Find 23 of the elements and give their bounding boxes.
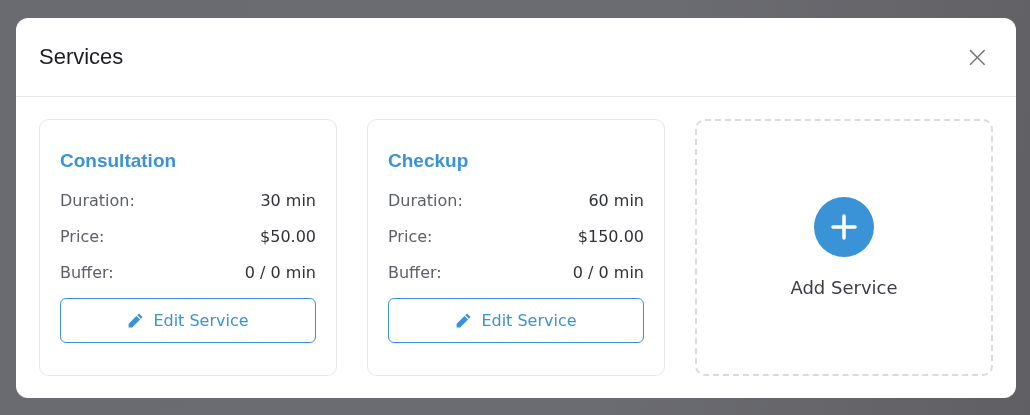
plus-icon xyxy=(814,197,874,257)
detail-value: 60 min xyxy=(588,190,644,210)
add-service-label: Add Service xyxy=(790,277,898,298)
service-name: Consultation xyxy=(60,150,178,172)
detail-label: Price: xyxy=(60,226,105,246)
detail-value: $150.00 xyxy=(577,226,644,246)
detail-value: 30 min xyxy=(260,190,316,210)
detail-value: 0 / 0 min xyxy=(572,262,644,282)
detail-value: $50.00 xyxy=(260,226,316,246)
detail-label: Price: xyxy=(388,226,433,246)
detail-label: Duration: xyxy=(60,190,135,210)
detail-label: Duration: xyxy=(388,190,463,210)
edit-service-button[interactable]: Edit Service xyxy=(60,298,316,343)
add-service-card[interactable]: Add Service xyxy=(695,119,993,376)
pencil-icon xyxy=(455,312,473,329)
service-name: Checkup xyxy=(388,150,470,172)
close-button[interactable]: × xyxy=(960,42,994,72)
dialog-title: Services xyxy=(39,44,124,70)
detail-label: Buffer: xyxy=(60,262,114,282)
edit-service-button[interactable]: Edit Service xyxy=(388,298,644,343)
detail-label: Buffer: xyxy=(388,262,442,282)
detail-value: 0 / 0 min xyxy=(244,262,316,282)
pencil-icon xyxy=(127,312,145,329)
